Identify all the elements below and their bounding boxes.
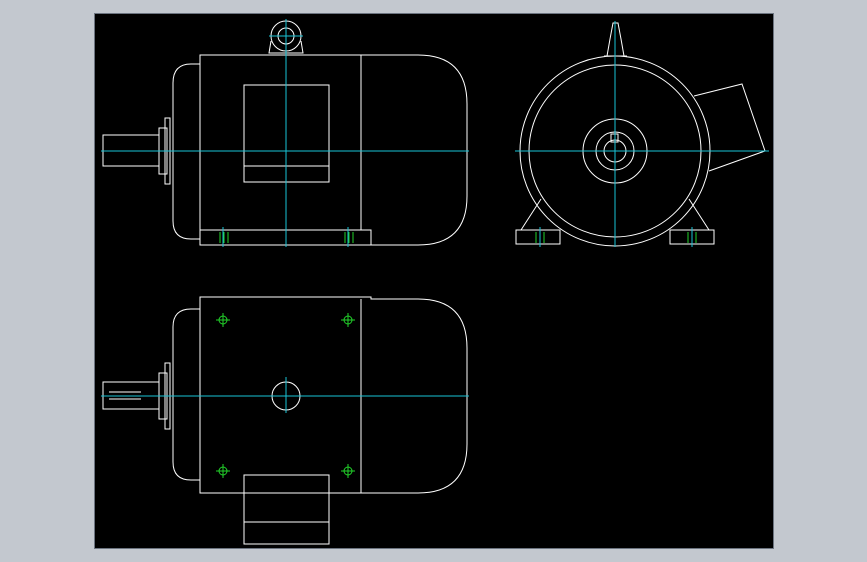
top-body-outline bbox=[102, 296, 468, 545]
cad-viewport[interactable] bbox=[94, 13, 774, 549]
side-view bbox=[515, 21, 769, 247]
front-view bbox=[101, 19, 469, 247]
top-view bbox=[101, 296, 469, 545]
end-shield-outline bbox=[515, 22, 766, 247]
motor-body-outline bbox=[102, 20, 468, 246]
motor-drawing bbox=[101, 19, 769, 545]
